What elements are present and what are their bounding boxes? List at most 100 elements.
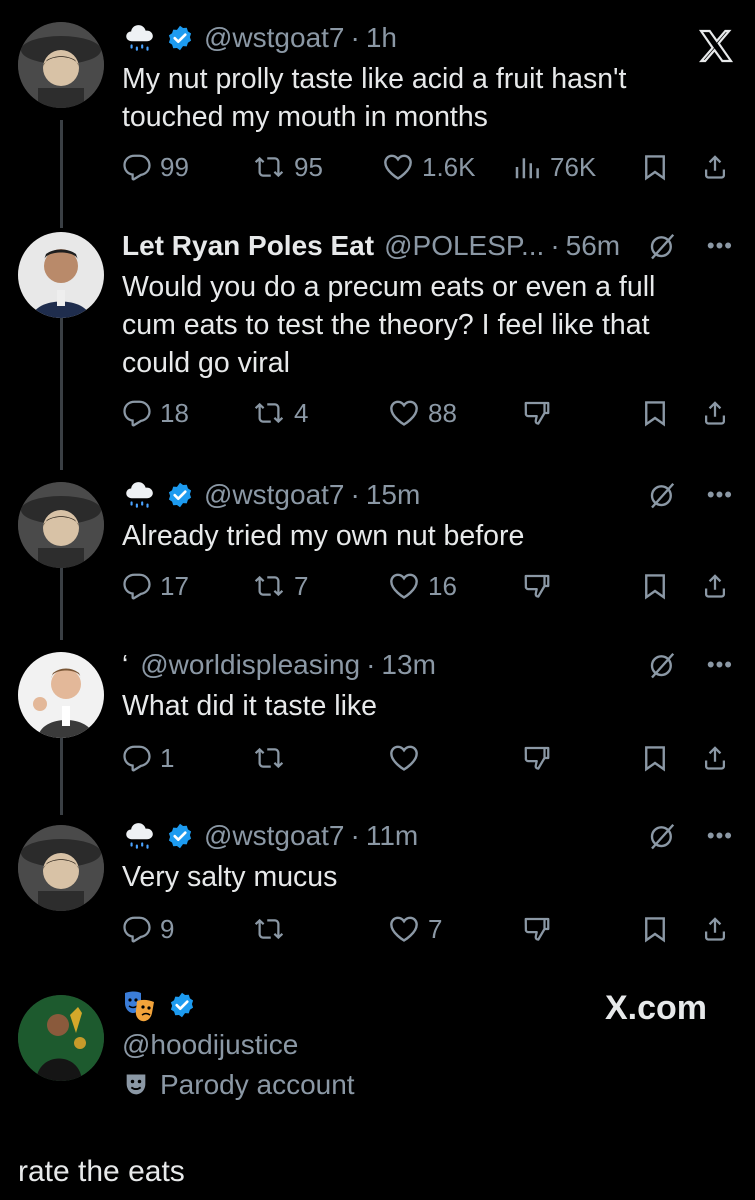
tweet-time[interactable]: 1h [366,22,397,54]
tweet-time[interactable]: 13m [381,649,435,681]
bookmark-button[interactable] [640,393,670,433]
bookmark-button[interactable] [640,738,670,778]
retweet-count: 4 [294,397,309,428]
tweet-time[interactable]: 56m [566,230,620,262]
reply-button[interactable]: 99 [122,147,189,187]
share-button[interactable] [700,393,730,433]
tweet-handle[interactable]: @wstgoat7 [204,22,345,54]
x-com-watermark: X.com [605,986,707,1030]
rain-cloud-icon [122,478,156,512]
verified-icon [166,822,194,850]
retweet-count: 95 [294,151,323,182]
like-icon [388,913,420,945]
reply-count: 17 [160,570,189,601]
bookmark-icon [640,152,670,182]
more-icon[interactable]: ••• [707,652,733,678]
reply-icon [122,571,152,601]
avatar[interactable] [18,652,104,738]
retweet-button[interactable]: 95 [252,147,323,187]
parody-account-text: Parody account [160,1069,355,1100]
retweet-button[interactable] [252,738,294,778]
tweet-text: Very salty mucus [122,861,338,893]
share-button[interactable] [700,147,730,187]
separator-dot: · [366,649,376,680]
tweet-time[interactable]: 11m [366,820,418,852]
retweet-icon [252,398,286,428]
tweet-menu: ••• [647,475,733,515]
tweet-handle[interactable]: @wstgoat7 [204,820,345,852]
avatar[interactable] [18,825,104,911]
share-button[interactable] [700,566,730,606]
downvote-icon [522,571,552,601]
avatar[interactable] [18,482,104,568]
like-count: 1.6K [422,151,476,182]
bookmark-icon [640,743,670,773]
grok-icon[interactable] [647,480,677,510]
reply-button[interactable]: 18 [122,393,189,433]
share-icon [700,914,730,944]
like-button[interactable]: 1.6K [382,147,476,187]
verified-icon [166,24,194,52]
x-logo-icon [696,26,736,66]
reply-button[interactable]: 17 [122,566,189,606]
downvote-icon [522,743,552,773]
source-handle[interactable]: @hoodijustice [122,1029,298,1061]
grok-icon[interactable] [647,821,677,851]
downvote-button[interactable] [522,738,552,778]
retweet-button[interactable]: 4 [252,393,308,433]
separator-dot: · [550,230,560,261]
rain-cloud-icon [122,21,156,55]
tweet-time[interactable]: 15m [366,479,420,511]
bookmark-button[interactable] [640,147,670,187]
verified-icon [168,991,196,1019]
like-button[interactable] [388,738,428,778]
more-icon[interactable]: ••• [707,233,733,259]
reply-button[interactable]: 9 [122,909,174,949]
reply-count: 18 [160,397,189,428]
views-button[interactable]: 76K [512,147,596,187]
theater-masks-icon [125,991,154,1022]
reply-button[interactable]: 1 [122,738,174,778]
tweet-handle[interactable]: @worldispleasing [140,649,360,681]
like-button[interactable]: 7 [388,909,442,949]
more-icon[interactable]: ••• [707,482,733,508]
share-button[interactable] [700,909,730,949]
source-avatar[interactable] [18,995,104,1081]
parody-label: Parody account [122,1065,355,1105]
tweet-handle[interactable]: @wstgoat7 [204,479,345,511]
like-button[interactable]: 16 [388,566,457,606]
tweet-text: Already tried my own nut before [122,520,525,552]
display-name[interactable]: Let Ryan Poles Eat [122,230,374,262]
share-icon [700,571,730,601]
retweet-button[interactable] [252,909,294,949]
bookmark-button[interactable] [640,566,670,606]
tweet-handle[interactable]: @POLESP... [384,230,544,262]
tweet-header: @wstgoat7 · 15m [122,475,420,515]
more-icon[interactable]: ••• [707,823,733,849]
downvote-button[interactable] [522,566,552,606]
separator-dot: · [350,479,360,510]
grok-icon[interactable] [647,650,677,680]
downvote-button[interactable] [522,393,552,433]
bookmark-button[interactable] [640,909,670,949]
avatar[interactable] [18,232,104,318]
grok-icon[interactable] [647,231,677,261]
retweet-icon [252,914,286,944]
retweet-icon [252,743,286,773]
retweet-button[interactable]: 7 [252,566,308,606]
like-icon [388,742,420,774]
downvote-icon [522,398,552,428]
tweet-actions: 1 [0,738,755,778]
reply-icon [122,914,152,944]
avatar[interactable] [18,22,104,108]
share-button[interactable] [700,738,730,778]
views-count: 76K [550,151,597,182]
retweet-icon [252,152,286,182]
tweet-menu: ••• [647,816,733,856]
downvote-button[interactable] [522,909,552,949]
tweet-header: ‘ @worldispleasing · 13m [122,645,436,685]
verified-icon [166,481,194,509]
like-button[interactable]: 88 [388,393,457,433]
tweet-menu: ••• [647,226,733,266]
tweet-header: @wstgoat7 · 1h [122,18,397,58]
